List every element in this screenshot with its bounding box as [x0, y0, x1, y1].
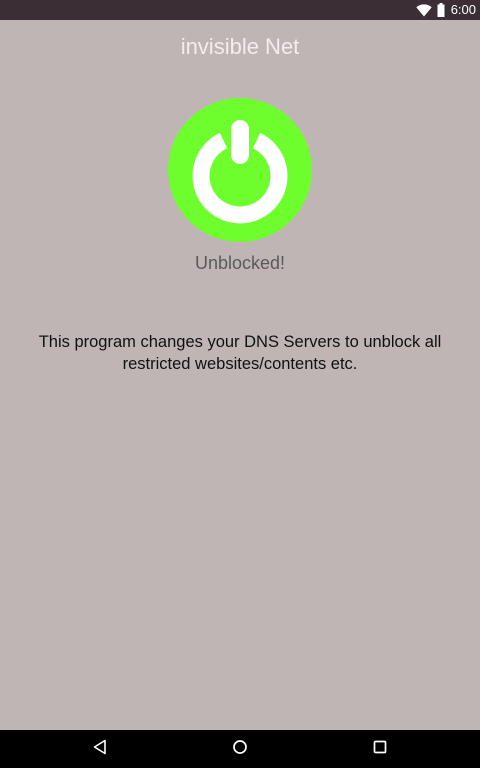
description-text: This program changes your DNS Servers to…	[38, 333, 442, 373]
recents-button[interactable]	[356, 730, 404, 768]
home-icon	[232, 739, 248, 760]
home-button[interactable]	[216, 730, 264, 768]
status-icons: 6:00	[415, 0, 476, 20]
app-screen: 6:00 invisible Net Unblocked! This progr…	[0, 0, 480, 768]
wifi-icon	[415, 3, 432, 17]
back-button[interactable]	[76, 730, 124, 768]
status-time: 6:00	[450, 2, 476, 17]
connection-status-text: Unblocked!	[194, 253, 286, 273]
battery-icon	[437, 3, 445, 17]
status-bar: 6:00	[0, 0, 480, 20]
navigation-bar	[0, 730, 480, 768]
power-toggle-button[interactable]	[168, 98, 312, 242]
back-icon	[92, 739, 108, 760]
recents-icon	[373, 740, 387, 759]
app-title: invisible Net	[180, 34, 300, 59]
